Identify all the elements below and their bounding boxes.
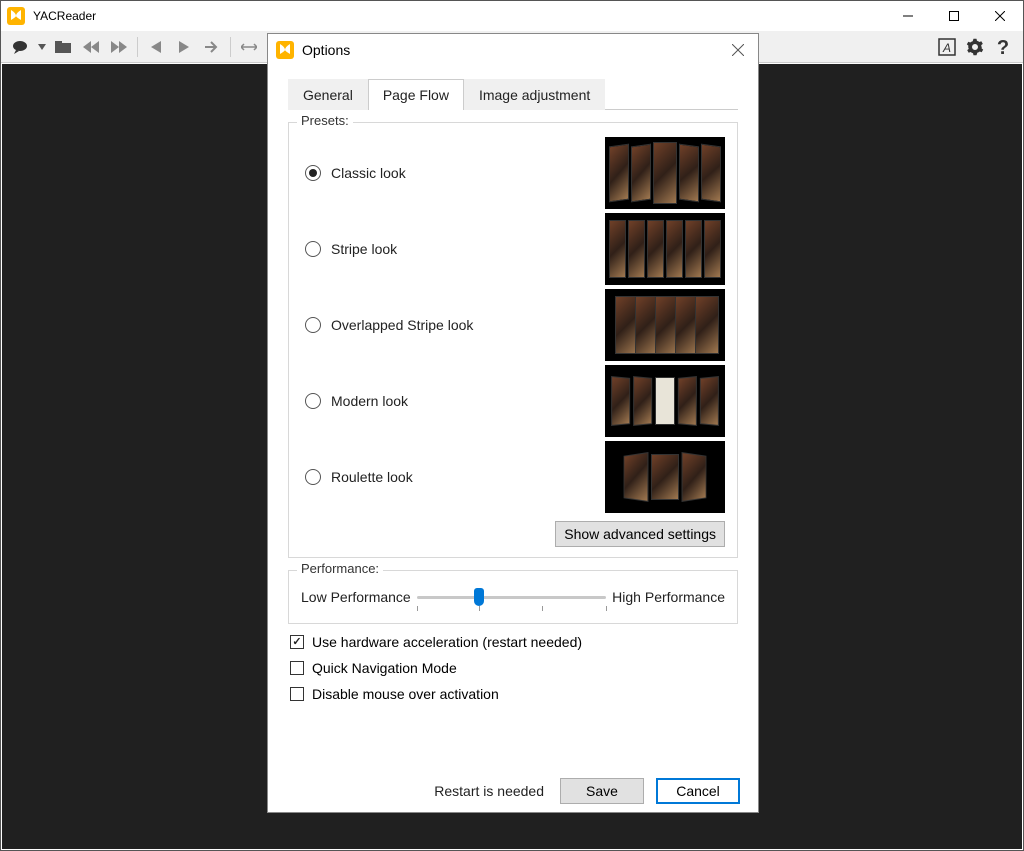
preset-label: Overlapped Stripe look (331, 317, 605, 333)
preset-thumbnail-modern (605, 365, 725, 437)
preset-thumbnail-overlap (605, 289, 725, 361)
tabs: General Page Flow Image adjustment (288, 78, 738, 110)
dialog-close-icon[interactable] (718, 35, 758, 65)
preset-label: Stripe look (331, 241, 605, 257)
save-button[interactable]: Save (560, 778, 644, 804)
close-button[interactable] (977, 1, 1023, 31)
forward-fast-icon[interactable] (106, 34, 132, 60)
mouseover-checkbox[interactable] (290, 687, 304, 701)
fit-icon[interactable] (236, 34, 262, 60)
preset-thumbnail-classic (605, 137, 725, 209)
separator (230, 37, 231, 57)
app-icon (276, 41, 294, 59)
radio-overlap[interactable] (305, 317, 321, 333)
preset-thumbnail-roulette (605, 441, 725, 513)
main-window: YACReader A ? Options (0, 0, 1024, 851)
performance-group: Performance: Low Performance High Perfor… (288, 570, 738, 624)
options-dialog: Options General Page Flow Image adjustme… (267, 33, 759, 813)
hwaccel-label: Use hardware acceleration (restart neede… (312, 634, 582, 650)
minimize-button[interactable] (885, 1, 931, 31)
presets-legend: Presets: (297, 113, 353, 128)
svg-text:?: ? (997, 38, 1009, 56)
dialog-footer: Restart is needed Save Cancel (268, 770, 758, 812)
preset-label: Roulette look (331, 469, 605, 485)
mouseover-label: Disable mouse over activation (312, 686, 499, 702)
app-title: YACReader (33, 9, 885, 23)
svg-text:A: A (942, 41, 951, 55)
performance-legend: Performance: (297, 561, 383, 576)
play-icon[interactable] (171, 34, 197, 60)
advanced-settings-button[interactable]: Show advanced settings (555, 521, 725, 547)
speech-icon[interactable] (8, 34, 34, 60)
high-perf-label: High Performance (612, 589, 725, 605)
maximize-button[interactable] (931, 1, 977, 31)
dropdown-icon[interactable] (36, 34, 48, 60)
performance-slider[interactable] (417, 585, 606, 609)
separator (137, 37, 138, 57)
next-icon[interactable] (199, 34, 225, 60)
quicknav-checkbox[interactable] (290, 661, 304, 675)
radio-stripe[interactable] (305, 241, 321, 257)
tab-image[interactable]: Image adjustment (464, 79, 605, 110)
preset-label: Classic look (331, 165, 605, 181)
rewind-icon[interactable] (78, 34, 104, 60)
cancel-button[interactable]: Cancel (656, 778, 740, 804)
dialog-titlebar: Options (268, 34, 758, 66)
prev-icon[interactable] (143, 34, 169, 60)
dialog-title: Options (302, 42, 718, 58)
font-icon[interactable]: A (934, 34, 960, 60)
low-perf-label: Low Performance (301, 589, 411, 605)
hwaccel-checkbox[interactable] (290, 635, 304, 649)
tab-pageflow[interactable]: Page Flow (368, 79, 464, 110)
titlebar: YACReader (1, 1, 1023, 31)
quicknav-label: Quick Navigation Mode (312, 660, 457, 676)
radio-roulette[interactable] (305, 469, 321, 485)
slider-thumb[interactable] (474, 588, 484, 606)
tab-general[interactable]: General (288, 79, 368, 110)
preset-label: Modern look (331, 393, 605, 409)
open-icon[interactable] (50, 34, 76, 60)
restart-msg: Restart is needed (434, 783, 544, 799)
presets-group: Presets: Classic look Stripe look (288, 122, 738, 558)
radio-modern[interactable] (305, 393, 321, 409)
gear-icon[interactable] (962, 34, 988, 60)
radio-classic[interactable] (305, 165, 321, 181)
help-icon[interactable]: ? (990, 34, 1016, 60)
preset-thumbnail-stripe (605, 213, 725, 285)
app-icon (7, 7, 25, 25)
